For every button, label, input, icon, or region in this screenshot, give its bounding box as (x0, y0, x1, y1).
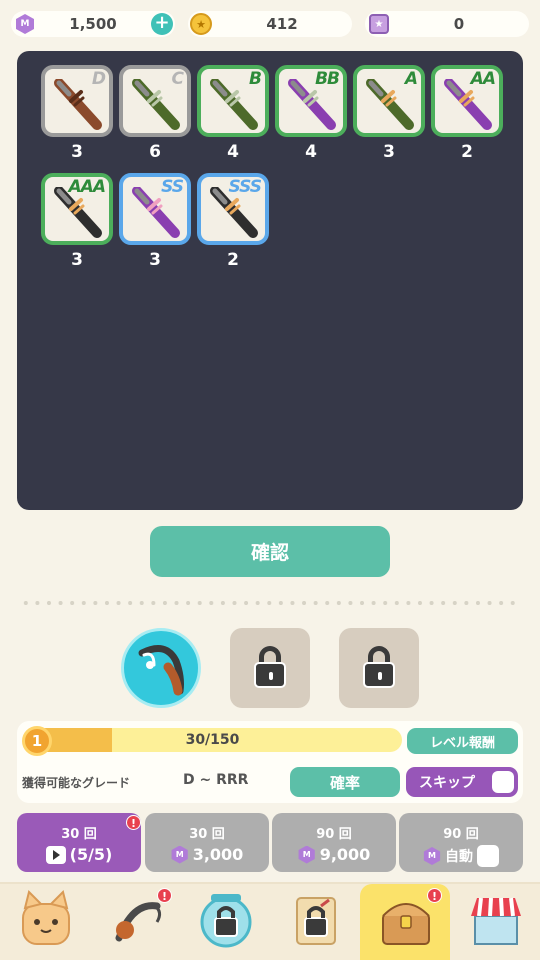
result-item: BB 4 (275, 65, 347, 162)
grade-label: SSS (228, 177, 262, 197)
coin-icon: ★ (190, 13, 212, 35)
nav-cat[interactable] (0, 884, 90, 960)
gem-icon: M (298, 845, 315, 864)
level-progress-text: 30/150 (185, 732, 240, 748)
draw-button[interactable]: 30 回 (5/5) (17, 813, 141, 872)
drop-rate-button[interactable]: 確率 (290, 767, 400, 797)
grade-label: B (249, 69, 262, 89)
result-count: 4 (305, 142, 317, 162)
result-card[interactable]: BB (275, 65, 347, 137)
result-count: 2 (227, 250, 239, 270)
result-item: SSS 2 (197, 173, 269, 270)
grade-label: A (404, 69, 418, 89)
alert-badge: ! (126, 815, 141, 830)
scroll-icon (296, 897, 336, 945)
result-card[interactable]: SSS (197, 173, 269, 245)
result-item: SS 3 (119, 173, 191, 270)
draw-cost: 3,000 (192, 845, 244, 864)
gem-currency: M 1,500 + (11, 11, 175, 37)
gem-icon: M (171, 845, 188, 864)
skip-toggle[interactable]: スキップ (406, 767, 518, 797)
draw-button[interactable]: 90 回 M 9,000 (272, 813, 396, 872)
result-card[interactable]: B (197, 65, 269, 137)
result-count: 2 (461, 142, 473, 162)
auto-checkbox[interactable] (477, 845, 499, 867)
gem-icon: M (16, 14, 34, 34)
draw-count: 90 回 (316, 827, 352, 842)
result-item: A3 (353, 65, 425, 162)
nav-scroll[interactable] (270, 884, 360, 960)
gem-icon: M (423, 847, 441, 865)
result-item: AA 2 (431, 65, 503, 162)
draw-cost: 9,000 (319, 845, 371, 864)
draw-count: 30 回 (61, 827, 97, 842)
fishbowl-icon (200, 894, 252, 948)
result-item: D3 (41, 65, 113, 162)
skip-label: スキップ (419, 775, 475, 791)
result-count: 3 (71, 142, 83, 162)
level-reward-button[interactable]: レベル報酬 (407, 728, 518, 754)
result-card[interactable]: D (41, 65, 113, 137)
add-gems-button[interactable]: + (151, 13, 173, 35)
confirm-button[interactable]: 確認 (150, 526, 390, 577)
result-item: AAA 3 (41, 173, 113, 270)
grade-label: SS (161, 177, 184, 197)
draw-count: 30 回 (189, 827, 225, 842)
result-card[interactable]: A (353, 65, 425, 137)
result-count: 4 (227, 142, 239, 162)
result-card[interactable]: SS (119, 173, 191, 245)
draw-button[interactable]: 30 回 M 3,000 (145, 813, 269, 872)
grade-label: C (171, 69, 185, 89)
draw-button[interactable]: 90 回 M 自動 (399, 813, 523, 872)
grade-label: BB (315, 69, 340, 89)
draw-count: 90 回 (443, 827, 479, 842)
obtainable-grade-label: 獲得可能なグレード (22, 776, 131, 790)
cat-icon (22, 890, 70, 945)
draw-cost: (5/5) (69, 845, 113, 864)
ticket-currency: ★ 0 (365, 11, 529, 37)
video-ad-icon (45, 845, 66, 864)
ticket-amount: 0 (453, 15, 465, 33)
alert-badge: ! (157, 888, 172, 903)
result-item: C6 (119, 65, 191, 162)
auto-label: 自動 (445, 849, 473, 865)
result-item: B4 (197, 65, 269, 162)
result-count: 6 (149, 142, 161, 162)
level-badge: 1 (22, 726, 52, 756)
grade-label: AAA (68, 177, 106, 197)
divider (20, 601, 520, 605)
locked-category-fishbowl[interactable] (230, 628, 310, 708)
grade-label: D (91, 69, 106, 89)
fishing-rod-icon (138, 645, 184, 696)
fishing-rod-category-button[interactable] (121, 628, 201, 708)
obtainable-grade-range: D ~ RRR (183, 772, 249, 788)
coin-amount: 412 (266, 15, 298, 33)
skip-checkbox[interactable] (492, 771, 514, 793)
result-count: 3 (71, 250, 83, 270)
gem-amount: 1,500 (69, 15, 117, 33)
shop-icon (471, 897, 521, 945)
nav-shop[interactable] (450, 884, 540, 960)
nav-fishbowl[interactable] (180, 884, 270, 960)
ticket-icon: ★ (369, 14, 389, 34)
result-count: 3 (149, 250, 161, 270)
result-card[interactable]: C (119, 65, 191, 137)
result-card[interactable]: AAA (41, 173, 113, 245)
alert-badge: ! (427, 888, 442, 903)
coin-currency: ★ 412 (188, 11, 352, 37)
gacha-result-panel: D 3 C 6 B 4 BB 4 A 3 AA 2 AAA 3 SS 3 SSS 2 (17, 51, 523, 510)
locked-category-item[interactable] (339, 628, 419, 708)
result-count: 3 (383, 142, 395, 162)
result-card[interactable]: AA (431, 65, 503, 137)
grade-label: AA (470, 69, 496, 89)
